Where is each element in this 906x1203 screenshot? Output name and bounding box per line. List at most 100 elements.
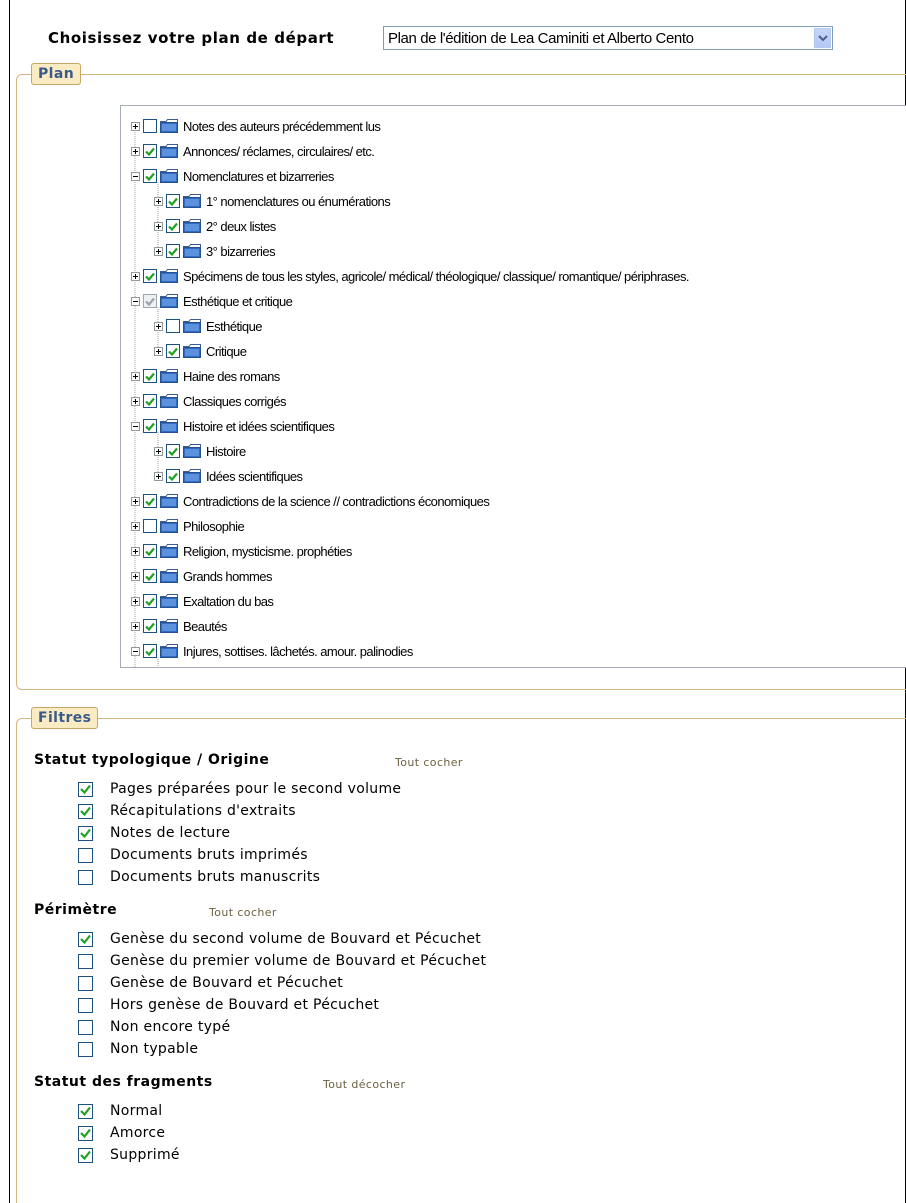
filter-checkbox[interactable] xyxy=(78,1041,93,1057)
filter-checkbox[interactable] xyxy=(78,1125,93,1141)
filter-option[interactable]: Genèse du second volume de Bouvard et Pé… xyxy=(78,928,481,950)
filter-option[interactable]: Documents bruts manuscrits xyxy=(78,866,320,888)
tree-checkbox[interactable] xyxy=(166,219,180,233)
filter-option[interactable]: Non encore typé xyxy=(78,1016,230,1038)
tree-node[interactable]: Classiques corrigés xyxy=(131,390,287,412)
tree-checkbox[interactable] xyxy=(143,394,157,408)
tree-checkbox[interactable] xyxy=(143,644,157,658)
tree-node[interactable]: Grands hommes xyxy=(131,565,273,587)
tree-node-label[interactable]: Idées scientifiques xyxy=(206,469,303,484)
expand-toggle-icon[interactable] xyxy=(154,346,163,356)
tree-node[interactable]: Idées scientifiques xyxy=(154,465,303,487)
filter-option[interactable]: Hors genèse de Bouvard et Pécuchet xyxy=(78,994,379,1016)
tree-node[interactable]: Religion, mysticisme. prophéties xyxy=(131,540,352,562)
expand-toggle-icon[interactable] xyxy=(131,371,140,381)
tree-node-label[interactable]: Contradictions de la science // contradi… xyxy=(183,494,490,509)
tree-node-label[interactable]: Esthétique et critique xyxy=(183,294,293,309)
expand-toggle-icon[interactable] xyxy=(154,221,163,231)
tree-node[interactable]: Esthétique xyxy=(154,315,262,337)
tree-node-label[interactable]: Annonces/ réclames, circulaires/ etc. xyxy=(183,144,375,159)
tree-node-label[interactable]: Spécimens de tous les styles, agricole/ … xyxy=(183,269,690,284)
filter-option[interactable]: Genèse de Bouvard et Pécuchet xyxy=(78,972,343,994)
tree-node[interactable]: 3° bizarreries xyxy=(154,240,276,262)
filter-checkbox[interactable] xyxy=(78,953,93,969)
filter-checkbox[interactable] xyxy=(78,975,93,991)
tree-checkbox[interactable] xyxy=(143,569,157,583)
tree-node-label[interactable]: 2° deux listes xyxy=(206,219,276,234)
tree-node-label[interactable]: 1° nomenclatures ou énumérations xyxy=(206,194,391,209)
tree-node[interactable]: Beautés xyxy=(131,615,227,637)
expand-toggle-icon[interactable] xyxy=(131,546,140,556)
expand-toggle-icon[interactable] xyxy=(131,146,140,156)
tree-node[interactable]: Critique xyxy=(154,340,247,362)
filter-checkbox[interactable] xyxy=(78,1103,93,1119)
filter-option[interactable]: Récapitulations d'extraits xyxy=(78,800,296,822)
expand-toggle-icon[interactable] xyxy=(131,496,140,506)
tree-node[interactable] xyxy=(154,665,206,667)
expand-toggle-icon[interactable] xyxy=(154,446,163,456)
filter-option[interactable]: Documents bruts imprimés xyxy=(78,844,308,866)
filter-checkbox[interactable] xyxy=(78,1147,93,1163)
expand-toggle-icon[interactable] xyxy=(154,196,163,206)
expand-toggle-icon[interactable] xyxy=(131,271,140,281)
filter-checkbox[interactable] xyxy=(78,847,93,863)
tree-node-label[interactable]: Notes des auteurs précédemment lus xyxy=(183,119,381,134)
expand-toggle-icon[interactable] xyxy=(131,396,140,406)
tree-node-label[interactable]: Philosophie xyxy=(183,519,245,534)
expand-toggle-icon[interactable] xyxy=(154,321,163,331)
tree-node[interactable]: Spécimens de tous les styles, agricole/ … xyxy=(131,265,690,287)
tree-node[interactable]: 2° deux listes xyxy=(154,215,276,237)
collapse-toggle-icon[interactable] xyxy=(131,421,140,431)
tree-node-label[interactable]: Grands hommes xyxy=(183,569,273,584)
filter-checkbox[interactable] xyxy=(78,803,93,819)
tree-node[interactable]: Injures, sottises. lâchetés. amour. pali… xyxy=(131,640,413,662)
tree-node[interactable]: Philosophie xyxy=(131,515,245,537)
tree-checkbox[interactable] xyxy=(143,369,157,383)
tree-checkbox[interactable] xyxy=(143,119,157,133)
tree-checkbox[interactable] xyxy=(166,244,180,258)
tree-checkbox[interactable] xyxy=(166,444,180,458)
tree-checkbox[interactable] xyxy=(143,519,157,533)
tree-node[interactable]: Histoire et idées scientifiques xyxy=(131,415,335,437)
tree-checkbox[interactable] xyxy=(143,619,157,633)
tree-node-label[interactable]: Esthétique xyxy=(206,319,262,334)
tree-node-label[interactable]: Histoire et idées scientifiques xyxy=(183,419,335,434)
tree-checkbox[interactable] xyxy=(143,494,157,508)
expand-toggle-icon[interactable] xyxy=(131,596,140,606)
tree-checkbox[interactable] xyxy=(143,419,157,433)
filter-option[interactable]: Normal xyxy=(78,1100,162,1122)
filter-checkbox[interactable] xyxy=(78,825,93,841)
tree-node-label[interactable]: Critique xyxy=(206,344,247,359)
tree-checkbox[interactable] xyxy=(143,294,157,308)
filter-option[interactable]: Notes de lecture xyxy=(78,822,230,844)
toggle-all-link[interactable]: Tout cocher xyxy=(395,756,463,769)
tree-node[interactable]: Histoire xyxy=(154,440,246,462)
filter-checkbox[interactable] xyxy=(78,869,93,885)
tree-node-label[interactable]: Exaltation du bas xyxy=(183,594,274,609)
tree-checkbox[interactable] xyxy=(143,169,157,183)
tree-node-label[interactable]: Injures, sottises. lâchetés. amour. pali… xyxy=(183,644,413,659)
tree-checkbox[interactable] xyxy=(166,344,180,358)
tree-node-label[interactable]: Religion, mysticisme. prophéties xyxy=(183,544,352,559)
expand-toggle-icon[interactable] xyxy=(131,571,140,581)
toggle-all-link[interactable]: Tout décocher xyxy=(323,1078,405,1091)
tree-node[interactable]: Esthétique et critique xyxy=(131,290,293,312)
tree-checkbox[interactable] xyxy=(166,319,180,333)
filter-option[interactable]: Amorce xyxy=(78,1122,165,1144)
collapse-toggle-icon[interactable] xyxy=(131,171,140,181)
tree-node[interactable]: Haine des romans xyxy=(131,365,280,387)
filter-option[interactable]: Genèse du premier volume de Bouvard et P… xyxy=(78,950,486,972)
tree-checkbox[interactable] xyxy=(143,269,157,283)
tree-checkbox[interactable] xyxy=(166,469,180,483)
tree-node[interactable]: Nomenclatures et bizarreries xyxy=(131,165,334,187)
expand-toggle-icon[interactable] xyxy=(131,621,140,631)
expand-toggle-icon[interactable] xyxy=(154,471,163,481)
plan-select[interactable]: Plan de l'édition de Lea Caminiti et Alb… xyxy=(383,26,833,50)
filter-checkbox[interactable] xyxy=(78,781,93,797)
tree-node-label[interactable]: Nomenclatures et bizarreries xyxy=(183,169,334,184)
filter-checkbox[interactable] xyxy=(78,997,93,1013)
expand-toggle-icon[interactable] xyxy=(131,121,140,131)
expand-toggle-icon[interactable] xyxy=(154,246,163,256)
toggle-all-link[interactable]: Tout cocher xyxy=(209,906,277,919)
tree-node-label[interactable]: Beautés xyxy=(183,619,227,634)
